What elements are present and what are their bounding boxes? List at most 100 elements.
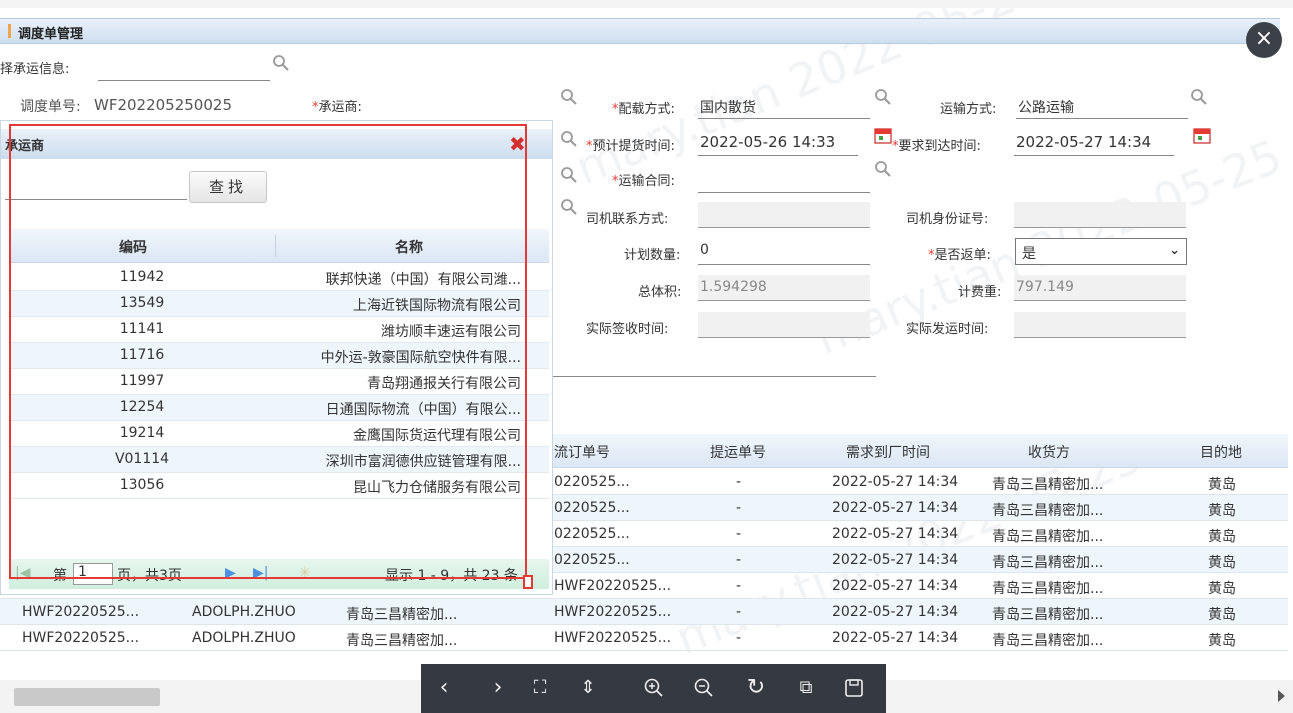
arrival-time-value: 2022-05-27 14:34 (1016, 133, 1152, 151)
top-strip (0, 0, 1293, 8)
actual-size-icon[interactable]: ⇕ (573, 674, 603, 702)
search-icon[interactable] (272, 54, 290, 72)
carrier-row[interactable]: 12254 日通国际物流（中国）有限公... (9, 395, 549, 421)
carrier-row[interactable]: 19214 金鹰国际货运代理有限公司 (9, 421, 549, 447)
table-cell: 0220525... (554, 500, 630, 516)
carrier-code: V01114 (114, 451, 170, 467)
scroll-right-icon[interactable] (1278, 690, 1285, 702)
carrier-popup: 承运商 ✖ 查找 编码 名称 11942 联邦快递（中国）有限公司潍... 1354… (0, 120, 553, 595)
page-suffix: 页，共3页 (117, 568, 182, 584)
main-table-header: 流订单号 提运单号 需求到厂时间 收货方 目的地 (548, 434, 1288, 468)
last-page-icon[interactable]: ▶| (253, 565, 268, 581)
chevron-down-icon: ⌄ (1169, 243, 1180, 258)
search-icon[interactable] (560, 198, 578, 216)
sign-time-label: 实际签收时间: (586, 322, 669, 337)
search-icon[interactable] (560, 88, 578, 106)
contract-label: 运输合同: (612, 170, 675, 189)
pagination-bar: |◀ 第 1 页，共3页 ▶ ▶| ✳ 显示 1 - 9，共 23 条 (9, 559, 549, 589)
col-header-name[interactable]: 名称 (395, 237, 423, 257)
transport-mode-field[interactable] (1016, 118, 1188, 119)
carrier-name: 潍坊顺丰速运有限公司 (381, 324, 521, 340)
carrier-code: 11141 (119, 321, 165, 337)
table-cell: 2022-05-27 14:34 (832, 604, 959, 620)
next-icon[interactable]: › (483, 674, 513, 702)
carrier-row[interactable]: 11716 中外运-敦豪国际航空快件有限... (9, 343, 549, 369)
col-header[interactable]: 收货方 (1028, 442, 1070, 462)
table-cell: 青岛三昌精密加... (992, 581, 1104, 597)
horizontal-scrollbar[interactable] (0, 680, 421, 713)
search-icon[interactable] (874, 160, 892, 178)
arrival-time-field[interactable] (1014, 155, 1174, 156)
table-row[interactable]: HWF20220525... ADOLPH.ZHUO 青岛三昌精密加... HWF20… (0, 625, 1288, 651)
table-row[interactable]: HWF20220525... ADOLPH.ZHUO 青岛三昌精密加... HWF20… (0, 599, 1288, 625)
driver-id-field[interactable] (1014, 202, 1186, 228)
fit-screen-icon[interactable]: ⛶ (525, 674, 555, 702)
page-number-input[interactable]: 1 (73, 563, 113, 585)
scrollbar-track[interactable] (886, 680, 1293, 713)
resize-handle[interactable] (523, 575, 533, 589)
carrier-search-input[interactable] (5, 199, 187, 200)
calendar-icon[interactable] (1193, 126, 1211, 144)
pickup-time-field[interactable] (698, 155, 858, 156)
search-icon[interactable] (560, 130, 578, 148)
sign-time-field[interactable] (698, 312, 870, 338)
search-button[interactable]: 查找 (189, 171, 267, 203)
window-title: 调度单管理 (18, 27, 84, 42)
col-header[interactable]: 流订单号 (554, 442, 610, 462)
next-page-icon[interactable]: ▶ (225, 565, 236, 581)
remark-field[interactable] (548, 376, 876, 377)
zoom-out-icon[interactable] (689, 674, 719, 702)
table-cell: 黄岛 (1208, 555, 1236, 571)
col-header[interactable]: 需求到厂时间 (846, 442, 930, 462)
carrier-row[interactable]: 13549 上海近铁国际物流有限公司 (9, 291, 549, 317)
carrier-row[interactable]: 13056 昆山飞力仓储服务有限公司 (9, 473, 549, 499)
ship-time-field[interactable] (1014, 312, 1186, 338)
save-icon[interactable] (839, 674, 869, 702)
table-cell: 黄岛 (1208, 607, 1236, 623)
fee-weight-label: 计费重: (958, 285, 1002, 300)
scrollbar-thumb[interactable] (14, 688, 160, 706)
title-accent (8, 24, 11, 38)
col-header-code[interactable]: 编码 (119, 237, 147, 257)
carrier-code: 11942 (119, 269, 165, 285)
table-cell: 青岛三昌精密加... (992, 529, 1104, 545)
return-select[interactable]: 是 ⌄ (1015, 238, 1187, 265)
driver-contact-label: 司机联系方式: (586, 212, 669, 227)
dispatch-no-value: WF202205250025 (94, 96, 232, 114)
rotate-icon[interactable]: ↻ (741, 674, 771, 702)
first-page-icon[interactable]: |◀ (15, 565, 30, 581)
table-cell: 黄岛 (1208, 477, 1236, 493)
load-mode-field[interactable] (698, 118, 870, 119)
col-header[interactable]: 提运单号 (710, 442, 766, 462)
plan-qty-field[interactable] (698, 264, 870, 265)
copy-icon[interactable]: ⧉ (791, 674, 821, 702)
search-icon[interactable] (1190, 88, 1208, 106)
close-icon[interactable]: ✖ (509, 132, 526, 156)
col-header[interactable]: 目的地 (1200, 442, 1242, 462)
zoom-in-icon[interactable] (639, 674, 669, 702)
carrier-row[interactable]: 11141 潍坊顺丰速运有限公司 (9, 317, 549, 343)
carrier-row[interactable]: 11997 青岛翔通报关行有限公司 (9, 369, 549, 395)
table-cell: 青岛三昌精密加... (992, 555, 1104, 571)
carrier-row[interactable]: 11942 联邦快递（中国）有限公司潍... (9, 265, 549, 291)
select-carrier-field[interactable] (98, 80, 270, 81)
search-icon[interactable] (560, 166, 578, 184)
table-cell: 青岛三昌精密加... (992, 477, 1104, 493)
refresh-icon[interactable]: ✳ (299, 565, 311, 581)
prev-icon[interactable]: ‹ (429, 674, 459, 702)
contract-field[interactable] (698, 192, 870, 193)
load-mode-value: 国内散货 (700, 100, 756, 116)
column-divider (275, 235, 276, 257)
table-cell: HWF20220525... (554, 578, 672, 594)
driver-contact-field[interactable] (698, 202, 870, 228)
search-icon[interactable] (874, 88, 892, 106)
carrier-row[interactable]: V01114 深圳市富润德供应链管理有限... (9, 447, 549, 473)
table-cell: - (736, 630, 742, 646)
carrier-name: 青岛翔通报关行有限公司 (367, 376, 521, 392)
ship-time-label: 实际发运时间: (906, 322, 989, 337)
calendar-icon[interactable] (874, 126, 892, 144)
carrier-code: 13549 (119, 295, 165, 311)
carrier-name: 昆山飞力仓储服务有限公司 (353, 480, 521, 496)
table-cell: HWF20220525... (22, 604, 140, 620)
close-icon[interactable]: × (1246, 22, 1282, 58)
